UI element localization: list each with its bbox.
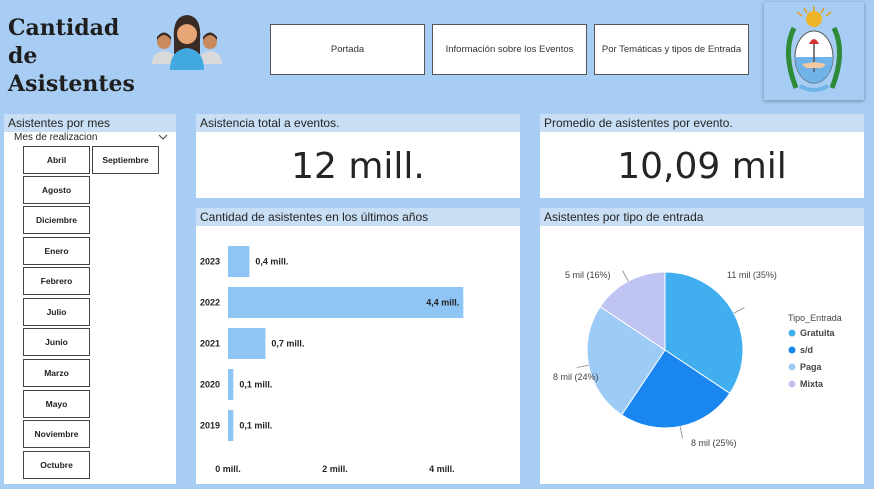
- bar[interactable]: [228, 328, 266, 359]
- bar-data-label: 4,4 mill.: [426, 298, 459, 308]
- bar-category-label: 2022: [200, 298, 220, 308]
- month-button-enero[interactable]: Enero: [23, 237, 90, 265]
- pie-data-label: 5 mil (16%): [565, 270, 611, 280]
- people-icon: [152, 15, 222, 70]
- slicer-title: Asistentes por mes: [4, 114, 176, 132]
- month-button-abril[interactable]: Abril: [23, 146, 90, 174]
- month-button-junio[interactable]: Junio: [23, 328, 90, 356]
- bar-chart-title: Cantidad de asistentes en los últimos añ…: [196, 208, 520, 226]
- chevron-down-icon[interactable]: [158, 133, 168, 141]
- pie-data-label: 8 mil (25%): [691, 438, 737, 448]
- legend-title: Tipo_Entrada: [788, 313, 842, 323]
- bar[interactable]: [228, 410, 234, 441]
- pie-chart: 11 mil (35%) 8 mil (25%) 8 mil (24%) 5 mil …: [553, 270, 842, 448]
- month-button-noviembre[interactable]: Noviembre: [23, 420, 90, 448]
- month-button-julio[interactable]: Julio: [23, 298, 90, 326]
- title-line-1: Cantidad de: [8, 15, 120, 69]
- bar-category-label: 2021: [200, 339, 220, 349]
- title-line-2: Asistentes: [8, 71, 135, 97]
- bar-chart-panel: Cantidad de asistentes en los últimos añ…: [196, 208, 520, 484]
- month-button-febrero[interactable]: Febrero: [23, 267, 90, 295]
- nav-button-tematicas[interactable]: Por Temáticas y tipos de Entrada: [594, 24, 749, 75]
- bar-data-label: 0,1 mill.: [239, 380, 272, 390]
- slicer-field-label: Mes de realizacion: [14, 132, 98, 143]
- pie-leader-line: [622, 270, 629, 282]
- coat-of-arms-box: [764, 2, 864, 100]
- argentina-coat-of-arms-icon: [786, 6, 842, 92]
- kpi-total-card: Asistencia total a eventos. 12 mill.: [196, 114, 520, 198]
- month-button-octubre[interactable]: Octubre: [23, 451, 90, 479]
- legend-item[interactable]: Gratuita: [800, 328, 836, 338]
- legend-swatch: [788, 363, 796, 371]
- month-button-diciembre[interactable]: Diciembre: [23, 206, 90, 234]
- slicer-panel: Asistentes por mes Mes de realizacion Ab…: [4, 114, 176, 484]
- pie-data-label: 8 mil (24%): [553, 372, 599, 382]
- bar-category-label: 2023: [200, 257, 220, 267]
- month-button-septiembre[interactable]: Septiembre: [92, 146, 159, 174]
- pie-leader-line: [576, 364, 589, 369]
- legend-swatch: [788, 380, 796, 388]
- kpi-total-value: 12 mill.: [291, 146, 425, 187]
- nav-button-eventos[interactable]: Información sobre los Eventos: [432, 24, 587, 75]
- x-tick-label: 2 mill.: [322, 464, 348, 474]
- bar-data-label: 0,1 mill.: [239, 421, 272, 431]
- month-button-agosto[interactable]: Agosto: [23, 176, 90, 204]
- bar-category-label: 2019: [200, 421, 220, 431]
- pie-leader-line: [679, 426, 684, 439]
- kpi-average-title: Promedio de asistentes por evento.: [540, 114, 864, 132]
- pie-chart-panel: Asistentes por tipo de entrada 11 mil (3…: [540, 208, 864, 484]
- month-button-marzo[interactable]: Marzo: [23, 359, 90, 387]
- kpi-average-card: Promedio de asistentes por evento. 10,09…: [540, 114, 864, 198]
- kpi-total-title: Asistencia total a eventos.: [196, 114, 520, 132]
- month-button-mayo[interactable]: Mayo: [23, 390, 90, 418]
- bar-category-label: 2020: [200, 380, 220, 390]
- legend-swatch: [788, 346, 796, 354]
- pie-chart-title: Asistentes por tipo de entrada: [540, 208, 864, 226]
- legend-item[interactable]: s/d: [800, 345, 813, 355]
- legend-item[interactable]: Paga: [800, 362, 823, 372]
- x-tick-label: 4 mill.: [429, 464, 455, 474]
- legend-swatch: [788, 329, 796, 337]
- bar-data-label: 0,4 mill.: [255, 257, 288, 267]
- bar[interactable]: [228, 246, 250, 277]
- bar[interactable]: [228, 369, 234, 400]
- x-tick-label: 0 mill.: [215, 464, 241, 474]
- nav-button-portada[interactable]: Portada: [270, 24, 425, 75]
- legend-item[interactable]: Mixta: [800, 379, 824, 389]
- page-title: Cantidad de Asistentes: [8, 14, 148, 98]
- kpi-average-value: 10,09 mil: [617, 146, 787, 187]
- bar-chart: 2023 0,4 mill. 2022 4,4 mill. 2021 0,7 mill. 2…: [200, 246, 464, 474]
- pie-data-label: 11 mil (35%): [727, 270, 777, 280]
- bar-data-label: 0,7 mill.: [271, 339, 304, 349]
- pie-leader-line: [733, 307, 745, 314]
